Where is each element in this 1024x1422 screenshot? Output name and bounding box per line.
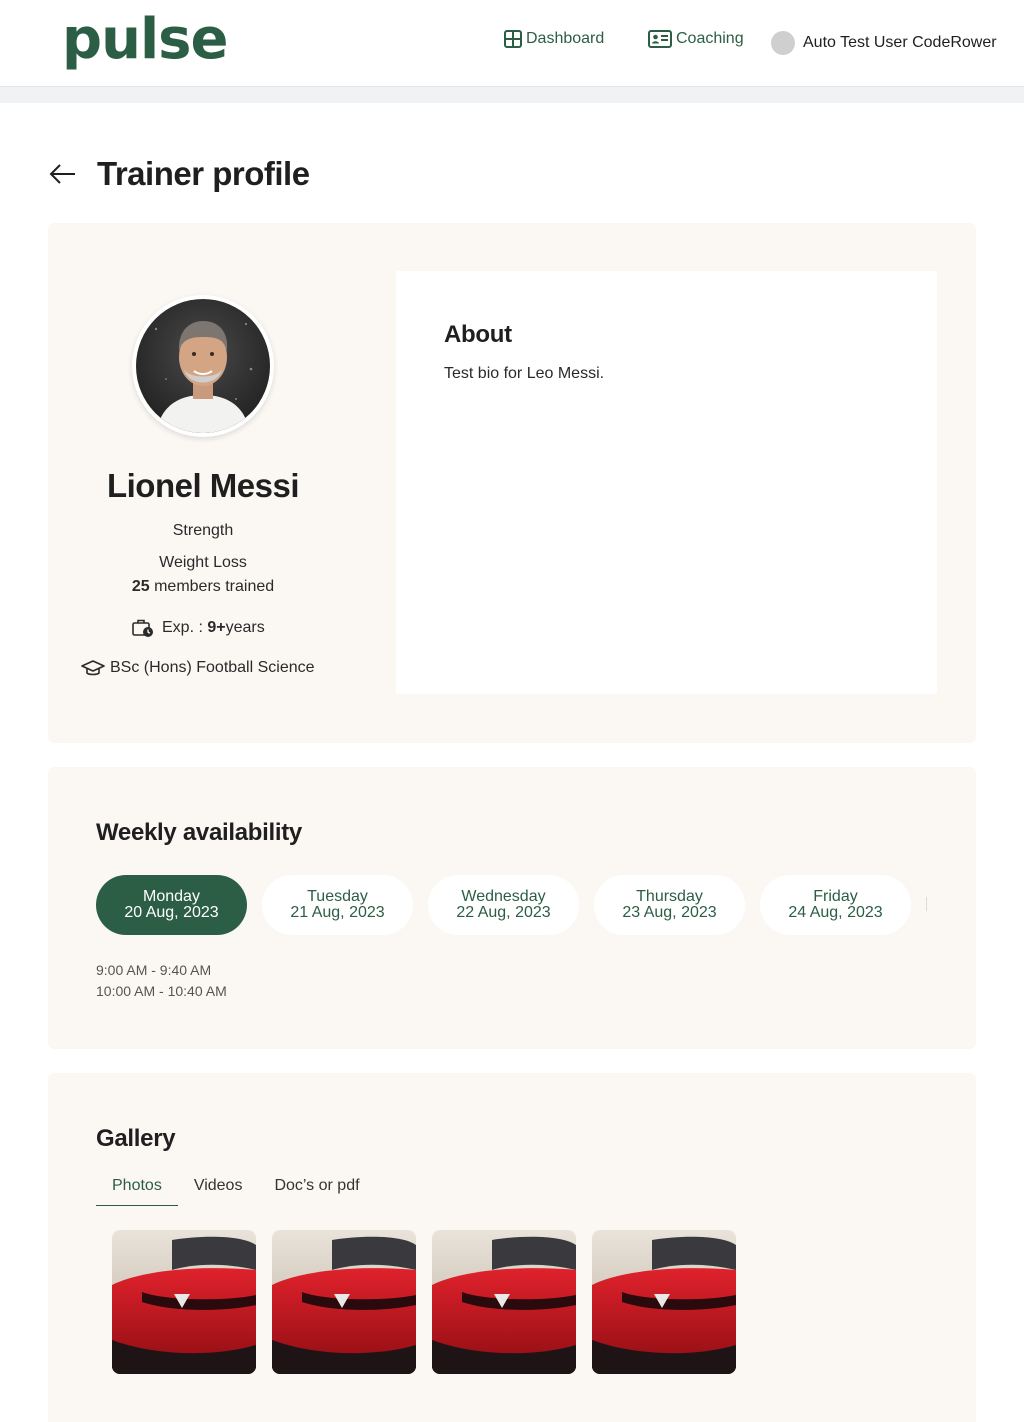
nav-dashboard[interactable]: Dashboard — [504, 30, 604, 48]
tab-videos[interactable]: Videos — [178, 1171, 259, 1206]
availability-title: Weekly availability — [96, 819, 302, 846]
nav-dashboard-label: Dashboard — [526, 30, 605, 47]
exp-label: Exp. : — [162, 619, 203, 636]
about-title: About — [444, 321, 512, 348]
education-text: BSc (Hons) Football Science — [110, 659, 315, 676]
day-date: 23 Aug, 2023 — [622, 904, 717, 921]
nav-coaching-label: Coaching — [676, 30, 744, 47]
day-chip-friday[interactable]: Friday 24 Aug, 2023 — [760, 875, 911, 935]
gallery-photo[interactable] — [112, 1230, 256, 1374]
page-header: Trainer profile — [48, 152, 310, 196]
day-date: 24 Aug, 2023 — [788, 904, 883, 921]
gallery-photo[interactable] — [592, 1230, 736, 1374]
profile-card: Lionel Messi Strength Weight Loss 25 mem… — [48, 223, 976, 743]
day-name: Monday — [143, 888, 200, 905]
user-name: Auto Test User CodeRower — [803, 34, 997, 51]
day-date: 20 Aug, 2023 — [124, 904, 219, 921]
day-chip-tuesday[interactable]: Tuesday 21 Aug, 2023 — [262, 875, 413, 935]
dashboard-icon — [504, 30, 522, 48]
day-name: Wednesday — [461, 888, 546, 905]
day-chip-thursday[interactable]: Thursday 23 Aug, 2023 — [594, 875, 745, 935]
back-button[interactable] — [48, 152, 80, 196]
members-trained: 25 members trained — [48, 578, 358, 596]
header-divider-strip — [0, 87, 1024, 103]
briefcase-clock-icon — [132, 619, 153, 637]
graduation-cap-icon — [81, 660, 105, 676]
about-bio: Test bio for Leo Messi. — [444, 365, 605, 382]
page-title: Trainer profile — [97, 155, 310, 192]
trainer-name: Lionel Messi — [106, 467, 300, 504]
photo-grid — [112, 1230, 752, 1374]
time-slot: 9:00 AM - 9:40 AM — [96, 962, 212, 978]
availability-card: Weekly availability Monday 20 Aug, 2023 … — [48, 767, 976, 1049]
day-chip-wednesday[interactable]: Wednesday 22 Aug, 2023 — [428, 875, 579, 935]
trainer-avatar — [132, 295, 274, 437]
education: BSc (Hons) Football Science — [81, 658, 315, 678]
gallery-photo[interactable] — [272, 1230, 416, 1374]
experience: Exp. : 9+ years — [132, 618, 265, 638]
gallery-tabs: Photos Videos Doc’s or pdf — [96, 1171, 376, 1206]
members-text: members trained — [149, 578, 275, 595]
day-chip-monday[interactable]: Monday 20 Aug, 2023 — [96, 875, 247, 935]
members-count: 25 — [131, 578, 150, 595]
trainer-photo — [136, 299, 270, 433]
arrow-left-icon — [49, 164, 75, 184]
exp-value: 9+ — [207, 619, 226, 636]
top-navbar: pulse Dashboard Coaching Auto Test User … — [0, 0, 1024, 87]
pulse-logo[interactable]: pulse — [62, 4, 228, 76]
gallery-card: Gallery Photos Videos Doc’s or pdf — [48, 1073, 976, 1422]
user-menu[interactable]: Auto Test User CodeRower — [771, 31, 997, 55]
gallery-photo[interactable] — [432, 1230, 576, 1374]
tab-photos[interactable]: Photos — [96, 1171, 178, 1206]
tab-docs[interactable]: Doc’s or pdf — [258, 1171, 375, 1206]
day-name: Thursday — [636, 888, 703, 905]
speciality-strength: Strength — [172, 522, 234, 539]
gallery-title: Gallery — [96, 1125, 176, 1152]
time-slot: 10:00 AM - 10:40 AM — [96, 983, 227, 999]
about-panel: About Test bio for Leo Messi. — [396, 271, 937, 694]
day-name: Tuesday — [307, 888, 368, 905]
time-slots: 9:00 AM - 9:40 AM 10:00 AM - 10:40 AM — [96, 960, 227, 1002]
id-card-icon — [648, 30, 672, 48]
day-date: 21 Aug, 2023 — [290, 904, 385, 921]
day-selector: Monday 20 Aug, 2023 Tuesday 21 Aug, 2023… — [96, 875, 926, 935]
user-avatar — [771, 31, 795, 55]
day-selector-divider — [926, 897, 927, 911]
exp-unit: years — [225, 619, 265, 636]
nav-coaching[interactable]: Coaching — [648, 30, 744, 48]
speciality-weight-loss: Weight Loss — [159, 554, 247, 571]
day-name: Friday — [813, 888, 858, 905]
day-date: 22 Aug, 2023 — [456, 904, 551, 921]
